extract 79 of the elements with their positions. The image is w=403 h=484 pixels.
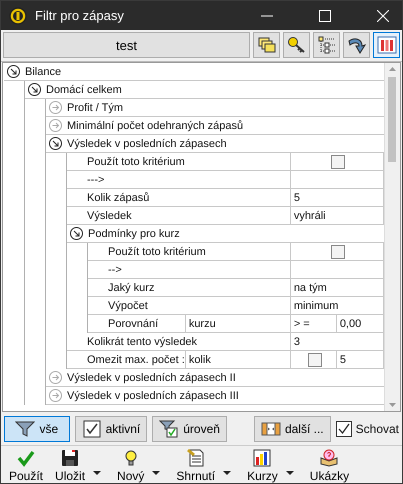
dropdown-caret-icon[interactable] xyxy=(223,471,232,475)
columns-icon xyxy=(260,420,281,438)
maximize-icon[interactable] xyxy=(319,10,331,22)
property-label: Použít toto kritérium xyxy=(108,246,206,258)
property-label: Výpočet xyxy=(108,300,148,312)
checkbox[interactable] xyxy=(331,244,346,258)
property-value: 0,00 xyxy=(340,318,362,330)
document-icon xyxy=(186,449,205,467)
columns-icon xyxy=(376,36,396,54)
property-value: na tým xyxy=(294,282,327,294)
report-action-button[interactable]: Shrnutí xyxy=(172,449,220,483)
checkbox[interactable] xyxy=(331,154,346,168)
bars-tool-button[interactable] xyxy=(373,32,400,58)
tree-tool-button[interactable] xyxy=(313,32,340,58)
arrow-tool-button[interactable] xyxy=(343,32,370,58)
property-label: Kolik zápasů xyxy=(87,192,150,204)
funnel-checkbox-icon xyxy=(159,420,180,438)
funnel-icon xyxy=(15,420,36,438)
property-value: minimum xyxy=(294,300,338,312)
tree-node[interactable]: Výsledek v posledních zápasech xyxy=(46,135,384,153)
property-value: 5 xyxy=(340,354,346,366)
app-logo-icon xyxy=(9,6,27,24)
funnel-check-filter-button[interactable]: úroveň xyxy=(152,416,227,442)
expanded-circle-icon[interactable] xyxy=(49,137,62,150)
funnel-filter-button[interactable]: vše xyxy=(4,416,70,442)
tree-node[interactable]: Domácí celkem xyxy=(25,81,384,99)
property-label: Výsledek xyxy=(87,210,132,222)
dropdown-caret-icon[interactable] xyxy=(286,471,294,475)
floppy-action-button[interactable]: Uložit xyxy=(51,449,90,483)
hide-checkbox[interactable]: Schovat xyxy=(336,420,399,436)
columns-filter-button[interactable]: další ... xyxy=(254,416,331,442)
property-label: Jaký kurz xyxy=(108,282,154,294)
tree-node[interactable]: Minimální počet odehraných zápasů xyxy=(46,117,384,135)
curved-arrow-icon xyxy=(346,36,366,54)
property-label: Omezit max. počet : xyxy=(87,354,185,366)
property-value: > = xyxy=(294,318,310,330)
chart-action-button[interactable]: Kurzy xyxy=(243,449,282,483)
expanded-circle-icon[interactable] xyxy=(70,227,83,240)
checkbox[interactable] xyxy=(336,420,352,436)
property-label: Porovnání xyxy=(108,318,158,330)
bar-chart-icon xyxy=(253,449,272,467)
property-value: 3 xyxy=(294,336,300,348)
scrollbar[interactable] xyxy=(384,63,400,411)
scroll-thumb[interactable] xyxy=(388,77,396,162)
tree-list-icon xyxy=(316,36,336,54)
expanded-circle-icon[interactable] xyxy=(28,83,41,96)
property-value: 5 xyxy=(294,192,300,204)
dropdown-caret-icon[interactable] xyxy=(152,471,160,475)
key-icon xyxy=(286,36,306,54)
property-label: ---> xyxy=(87,174,104,186)
empty-value-cell[interactable] xyxy=(290,171,384,189)
expanded-circle-icon[interactable] xyxy=(7,65,20,78)
bulb-action-button[interactable]: Nový xyxy=(113,449,148,483)
checkmark-icon xyxy=(17,449,36,467)
tree-node[interactable]: Bilance xyxy=(4,63,384,81)
profile-button[interactable]: test xyxy=(3,32,250,58)
folders-icon xyxy=(256,36,276,54)
window-title: Filtr pro zápasy xyxy=(35,8,124,23)
book-action-button[interactable]: Ukázky xyxy=(306,449,354,483)
empty-value-cell[interactable] xyxy=(290,261,384,279)
tree-node[interactable]: Výsledek v posledních zápasech III xyxy=(46,387,384,405)
property-value: vyhráli xyxy=(294,210,326,222)
tree-node[interactable]: Podmínky pro kurz xyxy=(67,225,384,243)
check-filter-button[interactable]: aktivní xyxy=(74,416,148,442)
property-value: kurzu xyxy=(188,318,216,330)
property-value: kolik xyxy=(188,354,211,366)
tree-node[interactable]: Výsledek v posledních zápasech II xyxy=(46,369,384,387)
property-label: --> xyxy=(108,264,122,276)
check-action-button[interactable]: Použít xyxy=(5,449,48,483)
property-label: Použít toto kritérium xyxy=(87,156,185,168)
folders-tool-button[interactable] xyxy=(253,32,280,58)
checkmark-icon xyxy=(82,420,102,438)
close-icon[interactable] xyxy=(377,10,389,22)
tree-node[interactable]: Profit / Tým xyxy=(46,99,384,117)
book-question-icon xyxy=(320,449,338,467)
property-label: Kolikrát tento výsledek xyxy=(87,336,198,348)
checkbox[interactable] xyxy=(308,352,322,366)
dropdown-caret-icon[interactable] xyxy=(93,471,102,475)
key-tool-button[interactable] xyxy=(283,32,310,58)
